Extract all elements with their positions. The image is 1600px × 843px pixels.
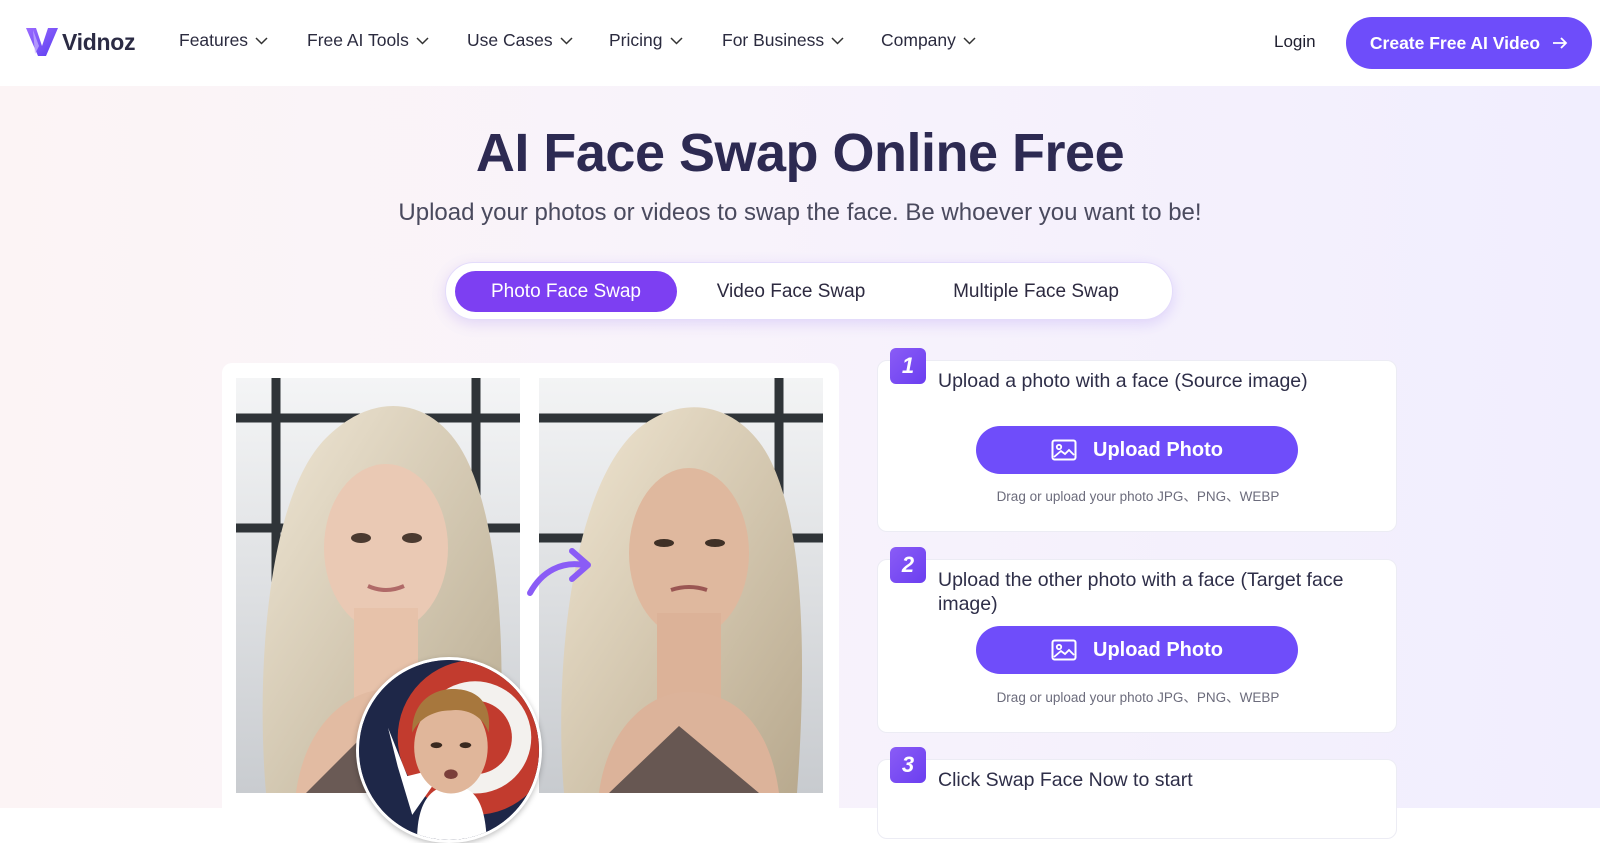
logo[interactable]: Vidnoz [24, 24, 135, 60]
vidnoz-logo-icon [26, 28, 58, 56]
tab-video-face-swap[interactable]: Video Face Swap [691, 271, 891, 312]
nav-features[interactable]: Features [179, 30, 268, 51]
nav-free-ai-tools[interactable]: Free AI Tools [307, 30, 447, 51]
swap-arrow-icon [527, 548, 591, 596]
nav-label: Features [179, 30, 249, 50]
tab-multiple-face-swap[interactable]: Multiple Face Swap [916, 271, 1156, 312]
nav-label: Pricing [609, 30, 663, 50]
chevron-down-icon [963, 36, 976, 45]
step-number: 2 [890, 547, 926, 583]
site-header: Vidnoz Features Free AI Tools Use Cases … [0, 0, 1600, 86]
chevron-down-icon [416, 36, 429, 45]
step-number: 1 [890, 348, 926, 384]
nav-label: Free AI Tools [307, 30, 409, 50]
step-text: Upload the other photo with a face (Targ… [938, 569, 1344, 615]
chevron-down-icon [831, 36, 844, 45]
target-face-badge [356, 657, 542, 843]
image-icon [1051, 639, 1077, 661]
cta-label: Create Free AI Video [1369, 32, 1541, 53]
logo-text: Vidnoz [62, 28, 136, 55]
upload-target-photo-button[interactable]: Upload Photo [976, 626, 1298, 674]
face-swap-preview [222, 363, 839, 843]
step-swap-now: 3 Click Swap Face Now to start [877, 747, 1397, 839]
nav-use-cases[interactable]: Use Cases [467, 30, 587, 51]
create-free-ai-video-button[interactable]: Create Free AI Video [1346, 17, 1592, 69]
page-title: AI Face Swap Online Free [475, 123, 1125, 183]
login-link[interactable]: Login [1274, 32, 1316, 52]
page-subtitle: Upload your photos or videos to swap the… [398, 199, 1202, 226]
nav-label: Use Cases [467, 30, 553, 50]
upload-button-label: Upload Photo [1093, 638, 1223, 661]
step-upload-target: 2 Upload the other photo with a face (Ta… [877, 547, 1397, 733]
upload-source-photo-button[interactable]: Upload Photo [976, 426, 1298, 474]
step-upload-source: 1 Upload a photo with a face (Source ima… [877, 348, 1397, 532]
hero-section: AI Face Swap Online Free Upload your pho… [0, 86, 1600, 843]
nav-label: Company [881, 30, 956, 50]
upload-button-label: Upload Photo [1093, 438, 1223, 461]
step-number: 3 [890, 747, 926, 783]
nav-pricing[interactable]: Pricing [609, 30, 709, 51]
chevron-down-icon [560, 36, 573, 45]
upload-hint: Drag or upload your photo JPG、PNG、WEBP [996, 690, 1280, 705]
step-text: Upload a photo with a face (Source image… [938, 370, 1308, 392]
upload-hint: Drag or upload your photo JPG、PNG、WEBP [996, 489, 1280, 504]
swap-mode-tabs: Photo Face Swap Video Face Swap Multiple… [445, 262, 1173, 320]
nav-label: For Business [722, 30, 825, 50]
chevron-down-icon [669, 36, 683, 45]
tab-photo-face-swap[interactable]: Photo Face Swap [455, 271, 677, 312]
arrow-right-icon [1553, 37, 1568, 49]
chevron-down-icon [255, 36, 268, 45]
nav-for-business[interactable]: For Business [722, 30, 862, 51]
image-icon [1051, 439, 1077, 461]
step-text: Click Swap Face Now to start [938, 769, 1193, 791]
nav-company[interactable]: Company [881, 30, 1001, 51]
